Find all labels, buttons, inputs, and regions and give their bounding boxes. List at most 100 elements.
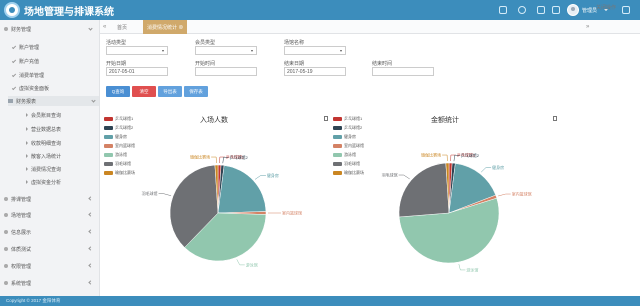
member-type-label: 会员类型 — [195, 40, 216, 46]
pie-slice[interactable] — [445, 162, 450, 214]
legend-item[interactable]: 瑜伽比赛场 — [333, 170, 364, 176]
pie-slice[interactable] — [217, 165, 267, 214]
legend-item[interactable]: 乒乓球馆1 — [104, 116, 133, 122]
legend-item[interactable]: 乒乓球馆2 — [104, 125, 133, 131]
tab-home[interactable]: 首页 — [113, 20, 131, 34]
sidebar-item-virtual-fund[interactable]: 虚拟资金面板 — [11, 83, 49, 93]
sidebar-section-label: 权限管理 — [11, 263, 32, 270]
legend-label: 乒乓球馆2 — [344, 125, 363, 130]
pie-slice[interactable] — [184, 212, 267, 262]
sidebar-item-consumption[interactable]: 消费单管理 — [11, 70, 44, 80]
legend-item[interactable]: 羽毛球馆 — [104, 161, 131, 167]
sidebar-item-payment-details[interactable]: 收款明细查询 — [26, 138, 61, 148]
end-date-input[interactable]: 2017-05-19 — [284, 67, 346, 76]
pie-slice[interactable] — [214, 164, 219, 214]
pie-slice[interactable] — [448, 194, 498, 214]
check-icon — [11, 44, 17, 50]
sidebar-section-venues[interactable]: 场地管理 — [4, 210, 96, 220]
sidebar-item-consumption-query[interactable]: 消费情况查询 — [26, 164, 61, 174]
export-table-button[interactable]: 导出表 — [158, 86, 182, 97]
legend-label: 瑜伽比赛场 — [344, 170, 364, 175]
sidebar-section-label: 信息展示 — [11, 229, 32, 236]
pie-label-line — [442, 154, 448, 162]
sidebar-item-account-management[interactable]: 账户管理 — [11, 42, 39, 52]
start-time-input[interactable] — [195, 67, 257, 76]
legend-item[interactable]: 乒乓球馆1 — [333, 116, 362, 122]
reset-button[interactable]: 清空 — [132, 86, 156, 97]
username-label[interactable]: 管理员 — [582, 7, 597, 14]
legend-swatch — [333, 117, 342, 121]
sidebar-section-reports[interactable]: 财务报表 — [8, 96, 99, 106]
end-date-label: 结束日期 — [284, 61, 305, 67]
legend-item[interactable]: 瑜伽比赛场 — [104, 170, 135, 176]
sidebar-section-system[interactable]: 系统管理 — [4, 278, 96, 288]
sidebar-section-fitness-test[interactable]: 体质测试 — [4, 244, 96, 254]
legend-item[interactable]: 乒乓球馆2 — [333, 125, 362, 131]
fullscreen-icon[interactable] — [622, 6, 630, 14]
pie-label: 健身房 — [267, 172, 279, 178]
legend-item[interactable]: 游泳馆 — [104, 152, 127, 158]
legend-item[interactable]: 室内篮球馆 — [333, 143, 364, 149]
bullet-arrow-icon — [26, 154, 28, 158]
pie-label: 游泳馆 — [466, 266, 478, 272]
gear-icon — [4, 281, 8, 285]
pie-slice[interactable] — [448, 162, 456, 214]
pie-label: 乒乓球馆1 — [226, 154, 245, 160]
legend-swatch — [333, 144, 342, 148]
pie-slice[interactable] — [217, 164, 225, 214]
end-time-input[interactable] — [372, 67, 434, 76]
legend-swatch — [104, 135, 113, 139]
pie-slice[interactable] — [448, 163, 497, 214]
pie-slice[interactable] — [398, 197, 500, 264]
sidebar-section-finance[interactable]: 财务管理 — [4, 24, 96, 34]
settings-icon[interactable] — [552, 6, 560, 14]
close-actions-menu[interactable]: 关闭操作 — [596, 4, 616, 11]
pie-slice[interactable] — [217, 164, 222, 214]
start-date-input[interactable]: 2017-05-01 — [106, 67, 168, 76]
legend-item[interactable]: 健身房 — [333, 134, 356, 140]
venue-name-select[interactable] — [284, 46, 346, 55]
chart-download-icon[interactable] — [553, 116, 557, 121]
message-icon[interactable] — [537, 6, 545, 14]
pie-slice[interactable] — [217, 211, 267, 215]
home-icon[interactable] — [499, 6, 507, 14]
member-type-select[interactable] — [195, 46, 257, 55]
sidebar-item-recharge[interactable]: 账户充值 — [11, 56, 39, 66]
activity-type-label: 活动类型 — [106, 40, 127, 46]
notification-icon[interactable] — [518, 6, 526, 14]
sidebar-item-member-accounts[interactable]: 会员账目查询 — [26, 110, 61, 120]
pie-slice[interactable] — [169, 164, 219, 248]
sidebar-item-label: 会员账目查询 — [31, 112, 62, 119]
pie-slice[interactable] — [448, 162, 453, 214]
legend-item[interactable]: 健身房 — [104, 134, 127, 140]
sidebar-item-virtual-fund-analysis[interactable]: 虚拟资金分析 — [26, 177, 61, 187]
sidebar-item-label: 虚拟资金分析 — [31, 179, 62, 186]
chevron-left-icon — [88, 280, 93, 285]
tab-scroll-right-icon[interactable]: » — [586, 24, 592, 30]
tab-consumption-stats[interactable]: 消费情况统计 ⊗ — [143, 20, 188, 34]
pie-slice[interactable] — [398, 162, 450, 218]
user-avatar[interactable] — [567, 4, 579, 16]
sidebar-item-revenue-summary[interactable]: 营业数据总表 — [26, 124, 61, 134]
chevron-left-icon — [88, 263, 93, 268]
sidebar-section-info-display[interactable]: 信息展示 — [4, 227, 96, 237]
tab-scroll-left-icon[interactable]: « — [103, 24, 109, 30]
query-button[interactable]: Q查询 — [106, 86, 130, 97]
sidebar-section-scheduling[interactable]: 排课管理 — [4, 194, 96, 204]
chart-download-icon[interactable] — [324, 116, 328, 121]
sidebar-item-walkin-stats[interactable]: 散客入场统计 — [26, 151, 61, 161]
pie-label-line — [458, 263, 466, 271]
app-title: 场地管理与排课系统 — [24, 7, 114, 18]
legend-item[interactable]: 羽毛球馆 — [333, 161, 360, 167]
save-table-button[interactable]: 保存表 — [184, 86, 208, 97]
legend-item[interactable]: 室内篮球馆 — [104, 143, 135, 149]
bullet-arrow-icon — [26, 180, 28, 184]
activity-type-select[interactable] — [106, 46, 168, 55]
bullet-arrow-icon — [26, 113, 28, 117]
top-header: 场地管理与排课系统 管理员 — [0, 0, 640, 20]
legend-swatch — [333, 135, 342, 139]
sidebar-section-permissions[interactable]: 权限管理 — [4, 261, 96, 271]
pie-label: 乒乓球馆2 — [461, 152, 480, 158]
pie-label-line — [398, 174, 410, 180]
legend-item[interactable]: 游泳馆 — [333, 152, 356, 158]
